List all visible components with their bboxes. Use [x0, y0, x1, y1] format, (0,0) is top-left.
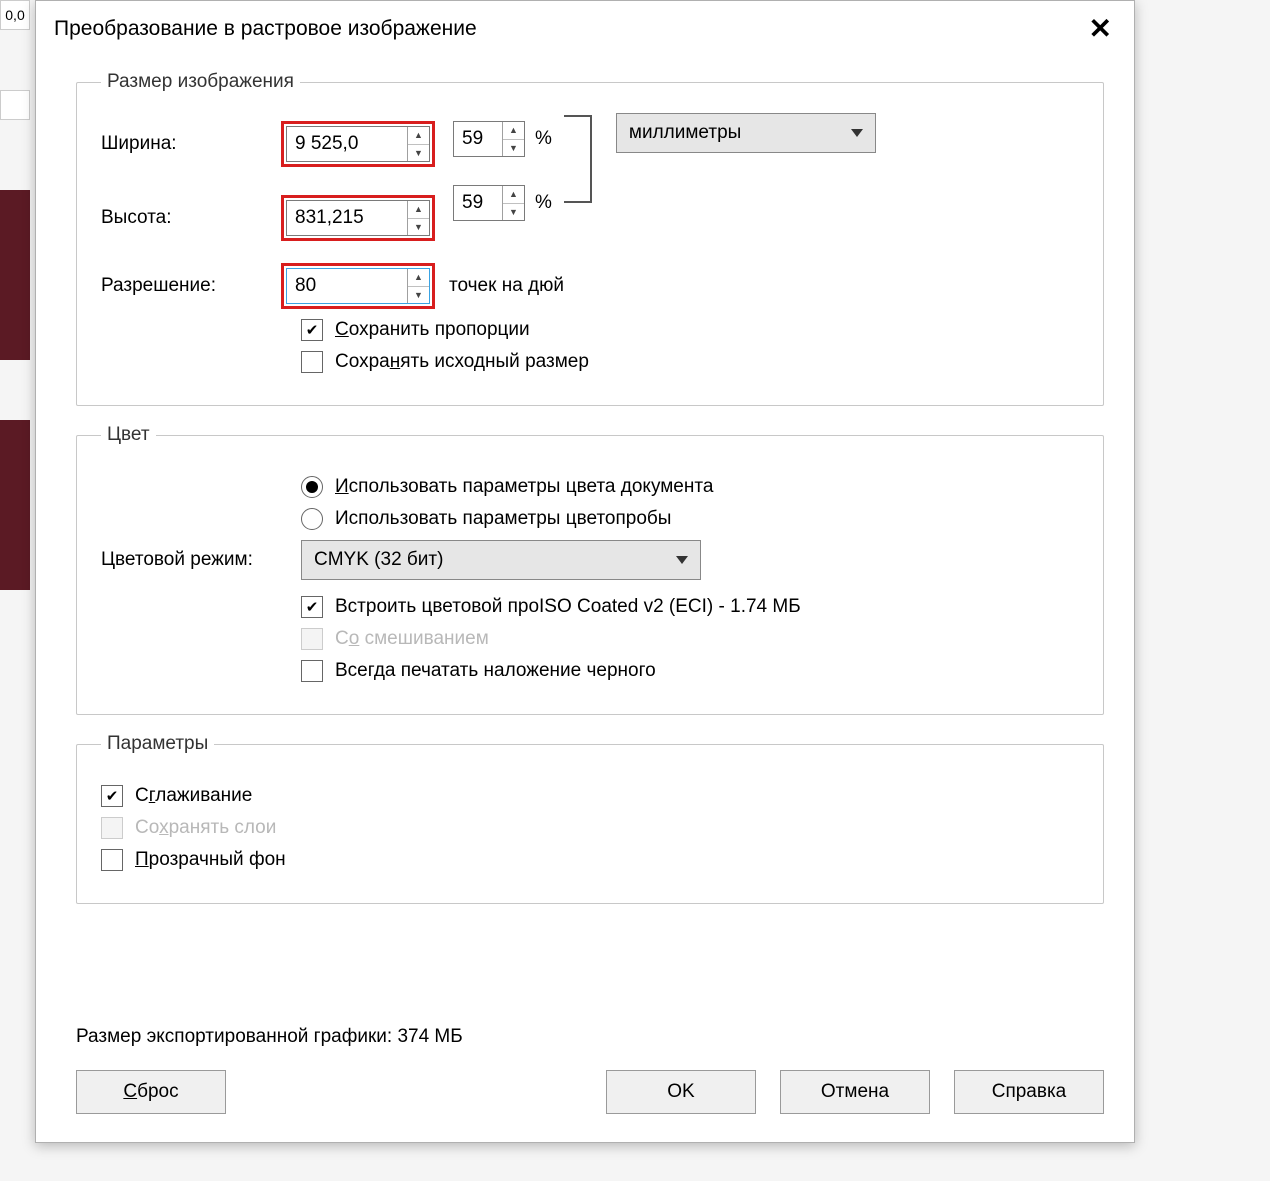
height-input[interactable] — [287, 201, 407, 235]
transparent-bg-row[interactable]: Прозрачный фон — [101, 849, 1079, 871]
cancel-button[interactable]: Отмена — [780, 1070, 930, 1114]
image-size-group: Размер изображения Ширина: ▲▼ Высота: — [76, 71, 1104, 406]
units-dropdown[interactable]: миллиметры — [616, 113, 876, 153]
color-legend: Цвет — [101, 424, 156, 446]
help-button[interactable]: Справка — [954, 1070, 1104, 1114]
width-percent-down[interactable]: ▼ — [503, 140, 524, 157]
dialog-title: Преобразование в растровое изображение — [54, 17, 477, 41]
dither-row: Со смешиванием — [301, 628, 1079, 650]
options-legend: Параметры — [101, 733, 214, 755]
use-proof-colors-label: Использовать параметры цветопробы — [335, 508, 671, 530]
width-spinner[interactable]: ▲▼ — [286, 126, 430, 162]
dither-label: Со смешиванием — [335, 628, 489, 650]
keep-layers-label: Сохранять слои — [135, 817, 276, 839]
percent-symbol: % — [535, 128, 552, 150]
width-input[interactable] — [287, 127, 407, 161]
overprint-row[interactable]: Всегда печатать наложение черного — [301, 660, 1079, 682]
use-proof-colors-radio[interactable] — [301, 508, 323, 530]
height-spin-up[interactable]: ▲ — [408, 201, 429, 219]
height-percent-spinner[interactable]: ▲▼ — [453, 185, 525, 221]
use-proof-colors-row[interactable]: Использовать параметры цветопробы — [301, 508, 1079, 530]
use-doc-colors-row[interactable]: Использовать параметры цвета документа — [301, 476, 1079, 498]
keep-layers-checkbox — [101, 817, 123, 839]
canvas-artwork — [0, 190, 30, 360]
color-mode-dropdown[interactable]: CMYK (32 бит) — [301, 540, 701, 580]
antialias-checkbox[interactable]: ✔ — [101, 785, 123, 807]
canvas-artwork — [0, 420, 30, 590]
embed-profile-info: ISO Coated v2 (ECI) - 1.74 МБ — [539, 596, 801, 618]
ruler-value: 0,0 — [0, 0, 30, 30]
keep-original-size-checkbox[interactable] — [301, 351, 323, 373]
resolution-label: Разрешение: — [101, 275, 281, 297]
color-group: Цвет Использовать параметры цвета докуме… — [76, 424, 1104, 715]
overprint-checkbox[interactable] — [301, 660, 323, 682]
width-percent-up[interactable]: ▲ — [503, 122, 524, 140]
close-button[interactable]: ✕ — [1085, 15, 1116, 43]
height-label: Высота: — [101, 207, 281, 229]
height-percent-down[interactable]: ▼ — [503, 204, 524, 221]
resolution-spin-up[interactable]: ▲ — [408, 269, 429, 287]
width-percent-spinner[interactable]: ▲▼ — [453, 121, 525, 157]
transparent-bg-label: Прозрачный фон — [135, 849, 286, 871]
link-bracket-icon — [564, 115, 592, 203]
keep-layers-row: Сохранять слои — [101, 817, 1079, 839]
export-size-text: Размер экспортированной графики: 374 МБ — [76, 1026, 1104, 1048]
transparent-bg-checkbox[interactable] — [101, 849, 123, 871]
reset-button[interactable]: Сброс — [76, 1070, 226, 1114]
ok-button[interactable]: OK — [606, 1070, 756, 1114]
keep-original-size-label: Сохранять исходный размер — [335, 351, 589, 373]
height-percent-input[interactable] — [454, 186, 502, 220]
units-dropdown-value: миллиметры — [629, 122, 741, 144]
antialias-row[interactable]: ✔ Сглаживание — [101, 785, 1079, 807]
percent-symbol: % — [535, 192, 552, 214]
keep-original-size-row[interactable]: Сохранять исходный размер — [301, 351, 1079, 373]
width-percent-input[interactable] — [454, 122, 502, 156]
resolution-spin-down[interactable]: ▼ — [408, 287, 429, 304]
height-spin-down[interactable]: ▼ — [408, 219, 429, 236]
height-percent-up[interactable]: ▲ — [503, 186, 524, 204]
use-doc-colors-label: Использовать параметры цвета документа — [335, 476, 713, 498]
use-doc-colors-radio[interactable] — [301, 476, 323, 498]
embed-profile-row[interactable]: ✔ Встроить цветовой проISO Coated v2 (EC… — [301, 596, 1079, 618]
height-spinner[interactable]: ▲▼ — [286, 200, 430, 236]
convert-to-bitmap-dialog: Преобразование в растровое изображение ✕… — [35, 0, 1135, 1143]
resolution-unit: точек на дюй — [449, 275, 564, 297]
color-mode-value: CMYK (32 бит) — [314, 549, 443, 571]
ruler-corner — [0, 90, 30, 120]
highlight-height: ▲▼ — [281, 195, 435, 241]
chevron-down-icon — [676, 556, 688, 564]
highlight-width: ▲▼ — [281, 121, 435, 167]
width-spin-down[interactable]: ▼ — [408, 145, 429, 162]
resolution-input[interactable] — [287, 269, 407, 303]
keep-ratio-row[interactable]: ✔ ССохранить пропорцииохранить пропорции — [301, 319, 1079, 341]
highlight-resolution: ▲▼ — [281, 263, 435, 309]
options-group: Параметры ✔ Сглаживание Сохранять слои П… — [76, 733, 1104, 904]
width-label: Ширина: — [101, 133, 281, 155]
resolution-spinner[interactable]: ▲▼ — [286, 268, 430, 304]
embed-profile-checkbox[interactable]: ✔ — [301, 596, 323, 618]
antialias-label: Сглаживание — [135, 785, 252, 807]
color-mode-label: Цветовой режим: — [101, 549, 301, 571]
width-spin-up[interactable]: ▲ — [408, 127, 429, 145]
overprint-label: Всегда печатать наложение черного — [335, 660, 656, 682]
keep-ratio-label: ССохранить пропорцииохранить пропорции — [335, 319, 530, 341]
dialog-footer: Размер экспортированной графики: 374 МБ … — [36, 1008, 1134, 1142]
dither-checkbox — [301, 628, 323, 650]
keep-ratio-checkbox[interactable]: ✔ — [301, 319, 323, 341]
dialog-titlebar: Преобразование в растровое изображение ✕ — [36, 1, 1134, 51]
chevron-down-icon — [851, 129, 863, 137]
image-size-legend: Размер изображения — [101, 71, 300, 93]
embed-profile-label: Встроить цветовой про — [335, 596, 539, 618]
